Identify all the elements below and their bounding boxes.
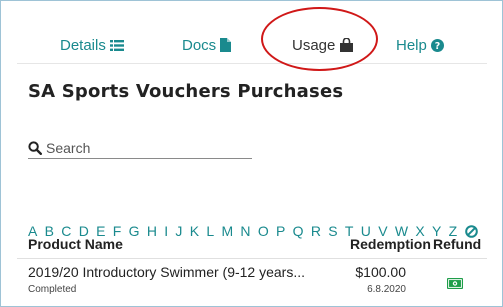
product-name[interactable]: 2019/20 Introductory Swimmer (9-12 years… (28, 264, 305, 280)
list-icon (109, 39, 124, 52)
search-input[interactable] (46, 139, 236, 156)
tab-details-label: Details (60, 36, 106, 54)
alphabet-letter-i[interactable]: I (164, 222, 168, 240)
cash-icon[interactable] (447, 276, 463, 289)
page-title: SA Sports Vouchers Purchases (28, 81, 344, 102)
tab-divider (17, 63, 487, 64)
column-header-product[interactable]: Product Name (28, 236, 123, 252)
search-box (28, 137, 252, 159)
alphabet-letter-l[interactable]: L (206, 222, 214, 240)
tab-help-label: Help (396, 36, 427, 54)
highlight-annotation (261, 7, 378, 71)
redemption-amount: $100.00 (355, 264, 406, 280)
tab-docs[interactable]: Docs (182, 31, 232, 59)
status-label: Completed (28, 284, 77, 295)
tab-bar: Details Docs Usage Help ? (1, 31, 503, 59)
alphabet-letter-m[interactable]: M (221, 222, 233, 240)
search-icon (28, 140, 42, 155)
usage-panel: Details Docs Usage Help ? SA Sports Vouc… (0, 0, 503, 307)
column-header-refund: Refund (433, 236, 482, 252)
question-circle-icon: ? (430, 38, 444, 52)
alphabet-letter-k[interactable]: K (190, 222, 199, 240)
alphabet-letter-s[interactable]: S (328, 222, 337, 240)
alphabet-letter-r[interactable]: R (311, 222, 321, 240)
alphabet-letter-j[interactable]: J (175, 222, 182, 240)
tab-help[interactable]: Help ? (396, 31, 444, 59)
alphabet-letter-n[interactable]: N (240, 222, 250, 240)
alphabet-letter-o[interactable]: O (258, 222, 269, 240)
document-icon (220, 38, 232, 52)
alphabet-letter-q[interactable]: Q (293, 222, 304, 240)
alphabet-letter-g[interactable]: G (129, 222, 140, 240)
header-divider (17, 258, 487, 259)
tab-details[interactable]: Details (60, 31, 124, 59)
alphabet-letter-p[interactable]: P (276, 222, 285, 240)
column-header-redemption[interactable]: Redemption (350, 236, 431, 252)
alphabet-letter-h[interactable]: H (147, 222, 157, 240)
redemption-date: 6.8.2020 (367, 284, 406, 295)
tab-docs-label: Docs (182, 36, 217, 54)
svg-text:?: ? (435, 41, 441, 52)
